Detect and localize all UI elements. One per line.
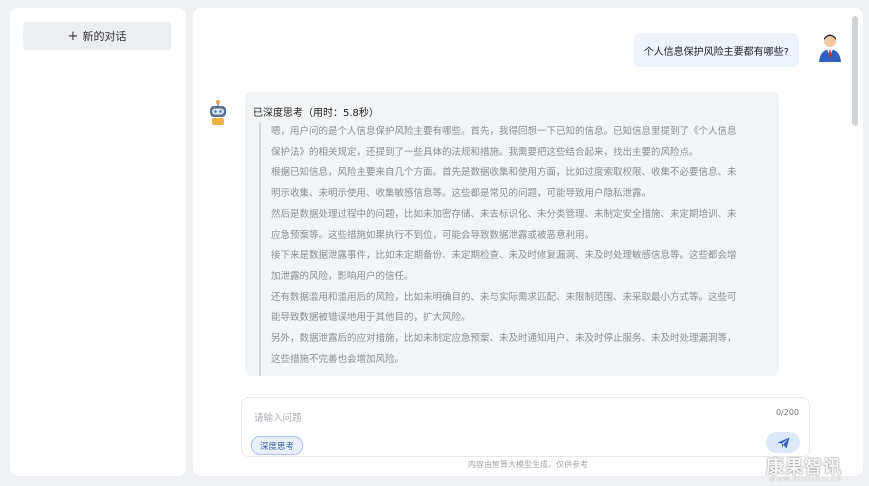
new-chat-button[interactable]: + 新的对话 (23, 22, 171, 50)
thinking-line: 明示收集、未明示使用、收集敏感信息等。这些都是常见的问题，可能导致用户隐私泄露。 (271, 188, 652, 200)
assistant-answer-card: 已深度思考（用时：5.8秒） 嗯，用户问的是个人信息保护风险主要有哪些。首先，我… (245, 92, 779, 376)
question-input-box[interactable]: 请输入问题 0/200 深度思考 (241, 397, 810, 457)
send-icon (777, 437, 789, 448)
send-button[interactable] (766, 432, 800, 453)
deep-think-label: 深度思考 (260, 441, 295, 452)
user-message-bubble: 个人信息保护风险主要都有哪些? (633, 33, 799, 67)
thinking-line: 加泄露的风险，影响用户的信任。 (271, 270, 414, 282)
robot-avatar-icon (210, 100, 226, 125)
thinking-line: 然后是数据处理过程中的问题，比如未加密存储、未去标识化、未分类管理、未制定安全措… (271, 208, 737, 220)
deep-think-toggle[interactable]: 深度思考 (251, 436, 304, 455)
disclaimer-note: 内容由智算大模型生成，仅供参考 (468, 460, 588, 469)
thinking-line: 能导致数据被错误地用于其他目的，扩大风险。 (271, 312, 471, 324)
thinking-content: 嗯，用户问的是个人信息保护风险主要有哪些。首先，我得回想一下已知的信息。已知信息… (259, 122, 761, 376)
plus-icon: + (67, 28, 79, 44)
thinking-line: 接下来是数据泄露事件，比如未定期备份、未定期检查、未及时修复漏洞、未及时处理敏感… (271, 250, 737, 262)
new-chat-label: 新的对话 (82, 30, 127, 43)
thinking-line: 应急预案等。这些措施如果执行不到位，可能会导致数据泄露或被恶意利用。 (271, 229, 595, 241)
watermark-url: WWW.KOGUOAI.CN (769, 475, 843, 483)
user-avatar (819, 34, 841, 62)
thinking-title: 已深度思考（用时：5.8秒） (253, 108, 379, 119)
question-input-placeholder[interactable]: 请输入问题 (254, 410, 302, 424)
chat-panel: 个人信息保护风险主要都有哪些? 已深度思考（用时：5.8秒） 嗯，用户问的是个人… (193, 8, 863, 476)
user-message-text: 个人信息保护风险主要都有哪些? (643, 46, 789, 58)
thinking-line: 另外，数据泄露后的应对措施，比如未制定应急预案、未及时通知用户、未及时停止服务、… (271, 333, 737, 345)
thinking-line: 保护法》的相关规定，还提到了一些具体的法规和措施。我需要把这些结合起来，找出主要… (271, 146, 699, 158)
chat-scrollbar[interactable] (852, 16, 858, 126)
thinking-line: 还有数据滥用和滥用后的风险，比如未明确目的、未与实际需求匹配、未限制范围、未采取… (271, 291, 737, 303)
thinking-line: 嗯，用户问的是个人信息保护风险主要有哪些。首先，我得回想一下已知的信息。已知信息… (271, 126, 737, 137)
thinking-line: 这些措施不完善也会增加风险。 (271, 353, 405, 365)
thinking-line: 根据已知信息，风险主要来自几个方面。首先是数据收集和使用方面，比如过度索取权限、… (271, 167, 737, 179)
sidebar: + 新的对话 (10, 8, 186, 476)
char-counter: 0/200 (775, 408, 799, 417)
